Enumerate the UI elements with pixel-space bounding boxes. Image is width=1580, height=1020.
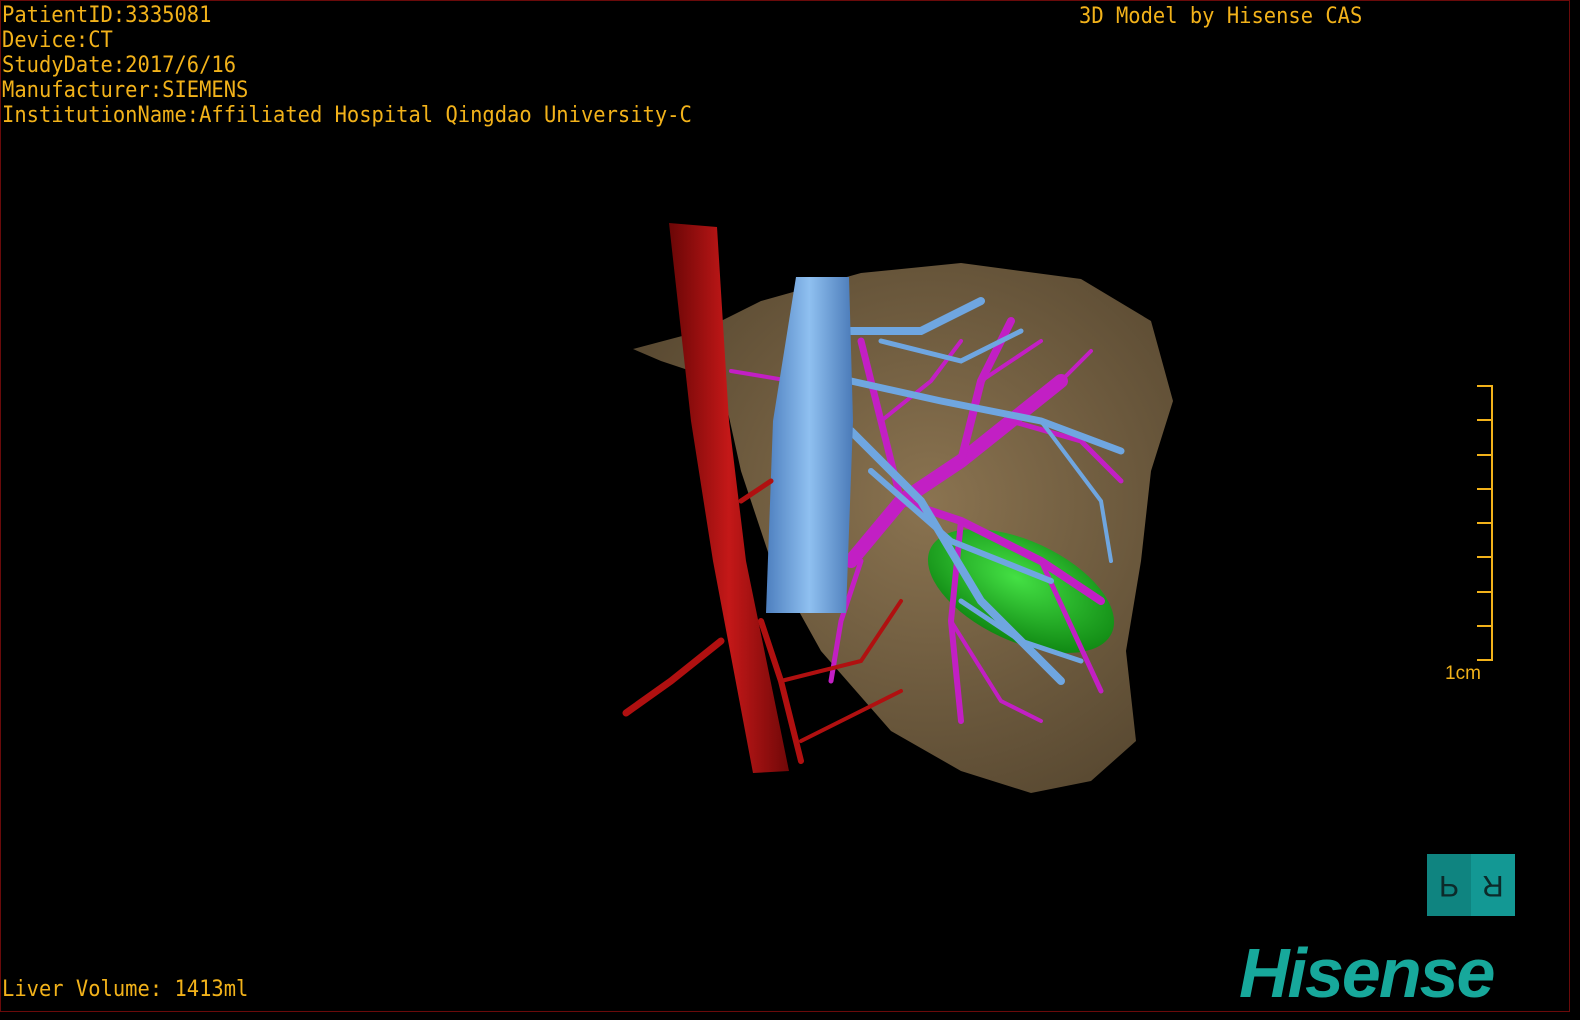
scale-tick	[1477, 556, 1493, 559]
scale-tick	[1477, 453, 1493, 456]
patient-id: PatientID:3335081	[2, 3, 212, 28]
scale-tick	[1477, 385, 1493, 387]
model-credit: 3D Model by Hisense CAS	[1079, 4, 1363, 29]
scale-tick	[1477, 522, 1493, 524]
scale-tick	[1477, 590, 1493, 593]
patient-info-overlay: PatientID:3335081 Device:CT StudyDate:20…	[2, 3, 744, 128]
3d-liver-model[interactable]	[1, 1, 1569, 1011]
scale-tick	[1477, 659, 1493, 661]
scale-label: 1cm	[1445, 663, 1481, 684]
orientation-face-posterior[interactable]: P	[1427, 854, 1471, 916]
scale-tick	[1477, 487, 1493, 490]
scale-tick	[1477, 624, 1493, 627]
study-date: StudyDate:2017/6/16	[2, 53, 237, 78]
orientation-cube[interactable]: P R	[1427, 854, 1515, 916]
liver-volume: Liver Volume: 1413ml	[2, 977, 249, 1002]
orientation-face-right[interactable]: R	[1471, 854, 1515, 916]
hisense-logo: Hisense	[1239, 934, 1495, 1012]
scale-bar	[1473, 385, 1493, 661]
device: Device:CT	[2, 28, 113, 53]
scale-tick	[1477, 419, 1493, 422]
3d-viewport[interactable]: PatientID:3335081 Device:CT StudyDate:20…	[0, 0, 1570, 1012]
institution-name: InstitutionName:Affiliated Hospital Qing…	[2, 103, 692, 128]
manufacturer: Manufacturer:SIEMENS	[2, 78, 249, 103]
